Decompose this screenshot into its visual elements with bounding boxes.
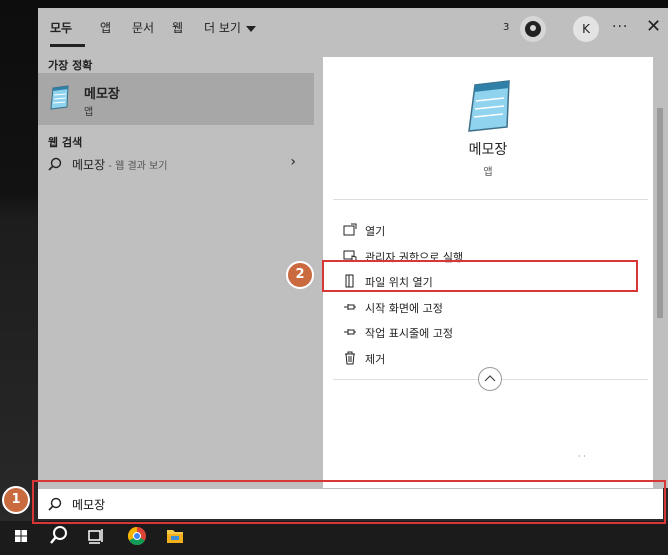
detail-app-subtitle: 앱 xyxy=(483,167,493,178)
header-actions: 3 K ··· ✕ xyxy=(488,16,668,46)
action-uninstall[interactable]: 제거 xyxy=(343,350,543,368)
collapse-button[interactable] xyxy=(478,367,502,391)
action-open-label: 열기 xyxy=(365,225,386,238)
close-icon[interactable]: ✕ xyxy=(646,16,661,37)
file-explorer-icon[interactable] xyxy=(160,521,190,551)
chevron-up-icon xyxy=(484,375,496,382)
notepad-large-icon xyxy=(468,80,510,132)
pin-icon xyxy=(344,304,356,310)
best-match-heading: 가장 정확 xyxy=(48,59,93,72)
taskbar xyxy=(0,521,668,551)
action-open[interactable]: 열기 xyxy=(343,222,543,240)
web-search-query: 메모장 xyxy=(72,158,106,172)
chevron-right-icon: › xyxy=(290,154,296,170)
task-view-icon[interactable] xyxy=(80,521,110,551)
tab-more-label: 더 보기 xyxy=(204,21,241,35)
web-search-text: 메모장 - 웹 결과 보기 xyxy=(72,156,167,173)
start-search-panel: 모두 앱 문서 웹 더 보기 3 K ··· ✕ 가장 정확 메모장 앱 웹 검… xyxy=(38,8,668,488)
search-tabs-bar: 모두 앱 문서 웹 더 보기 3 K ··· ✕ xyxy=(38,8,668,48)
tab-all[interactable]: 모두 xyxy=(50,19,72,36)
step-2-badge: 2 xyxy=(286,261,314,289)
open-icon xyxy=(343,223,357,236)
search-icon xyxy=(48,157,62,171)
divider xyxy=(333,199,648,200)
account-avatar[interactable]: K xyxy=(573,16,599,42)
rewards-medal-icon[interactable] xyxy=(520,16,546,42)
chevron-down-icon xyxy=(245,25,256,32)
web-search-result[interactable]: 메모장 - 웹 결과 보기 › xyxy=(38,153,314,177)
scrollbar[interactable] xyxy=(653,48,668,488)
trash-icon xyxy=(345,351,355,365)
action-pin-to-start[interactable]: 시작 화면에 고정 xyxy=(343,299,543,317)
best-match-title: 메모장 xyxy=(84,87,120,102)
more-options-icon[interactable]: ··· xyxy=(612,19,628,35)
tab-documents[interactable]: 문서 xyxy=(132,19,154,36)
active-tab-indicator xyxy=(50,44,85,47)
chrome-icon[interactable] xyxy=(122,521,152,551)
pin-icon xyxy=(344,329,356,335)
tab-web[interactable]: 웹 xyxy=(172,19,183,36)
scrollbar-thumb[interactable] xyxy=(657,108,663,318)
action-pin-to-start-label: 시작 화면에 고정 xyxy=(365,302,443,315)
notepad-icon xyxy=(50,85,69,110)
step-2-highlight xyxy=(322,260,638,292)
windows-start-icon[interactable] xyxy=(6,521,36,551)
action-pin-to-taskbar-label: 작업 표시줄에 고정 xyxy=(365,327,453,340)
step-1-badge: 1 xyxy=(2,486,30,514)
search-icon[interactable] xyxy=(44,521,74,551)
decorative-dots: · · xyxy=(578,452,586,461)
web-search-suffix: - 웹 결과 보기 xyxy=(105,161,168,172)
detail-app-title: 메모장 xyxy=(468,142,508,158)
action-uninstall-label: 제거 xyxy=(365,353,386,366)
action-pin-to-taskbar[interactable]: 작업 표시줄에 고정 xyxy=(343,324,543,342)
tab-more[interactable]: 더 보기 xyxy=(204,19,256,36)
step-1-highlight xyxy=(32,480,666,524)
best-match-result[interactable]: 메모장 앱 xyxy=(38,73,314,125)
best-match-subtitle: 앱 xyxy=(84,107,94,118)
web-search-heading: 웹 검색 xyxy=(48,136,83,149)
reward-count: 3 xyxy=(503,22,510,33)
tab-apps[interactable]: 앱 xyxy=(100,19,111,36)
